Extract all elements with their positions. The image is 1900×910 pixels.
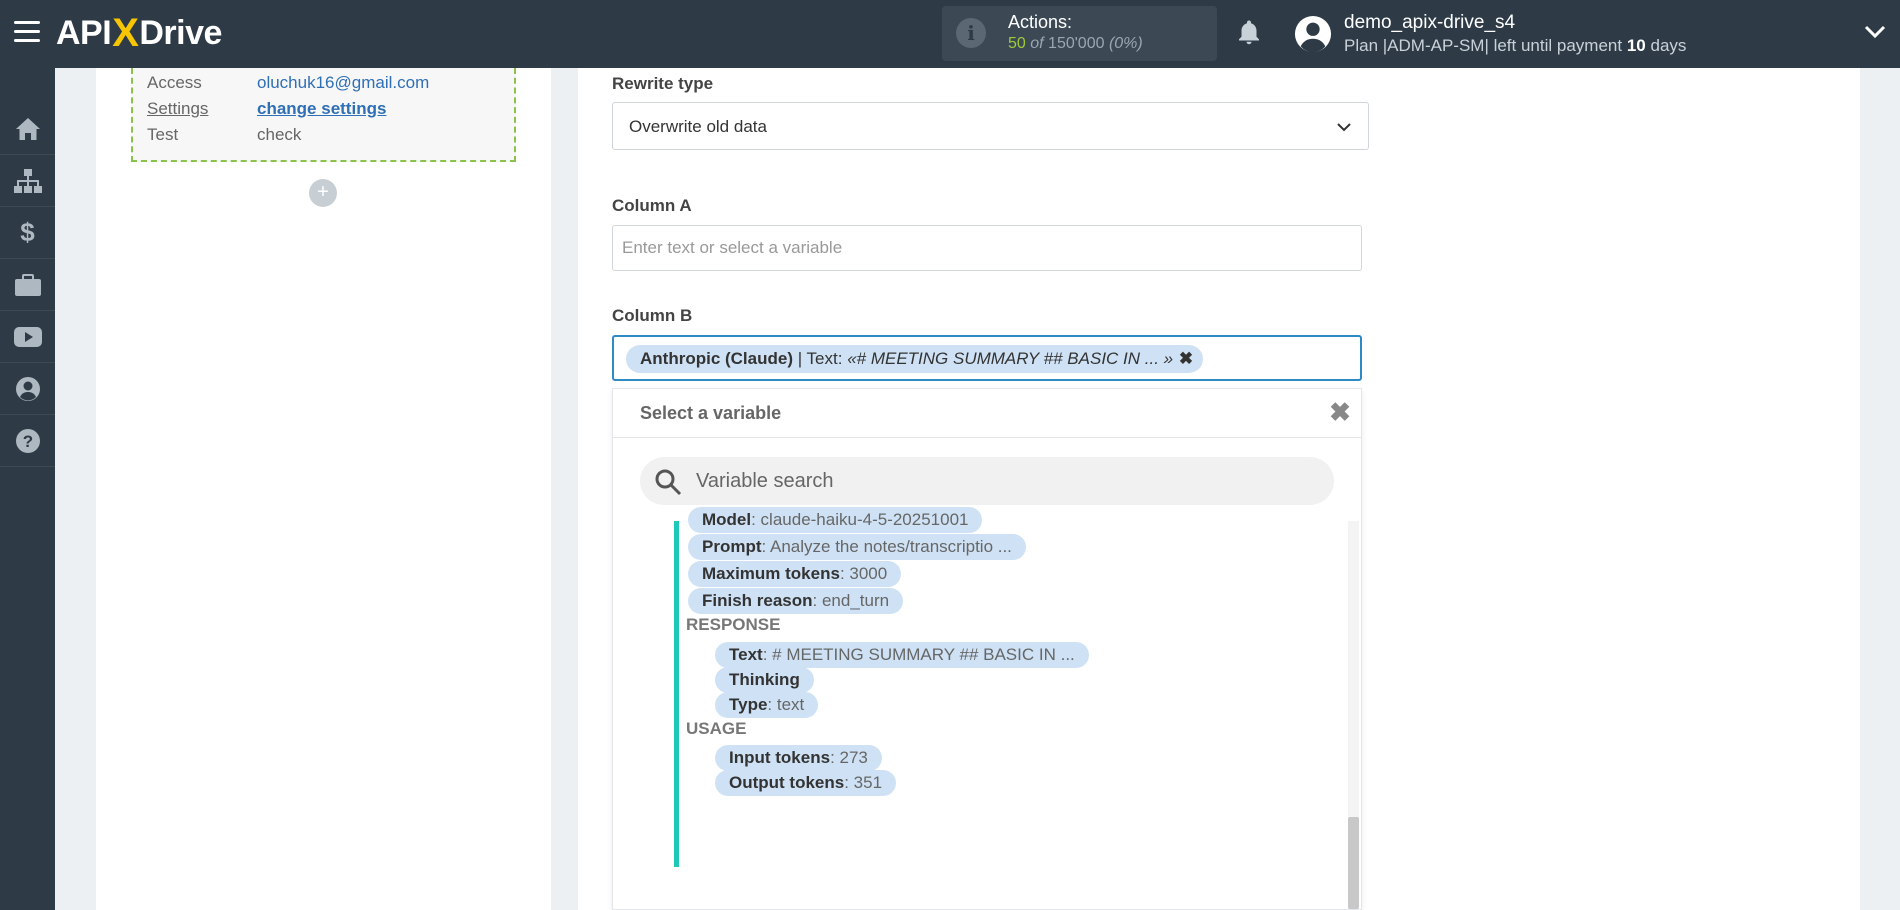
- dropdown-header: Select a variable ✖: [613, 389, 1361, 438]
- actions-label: Actions:: [1008, 12, 1073, 32]
- access-row: Access oluchuk16@gmail.com: [147, 73, 429, 93]
- variable-chip-output-tokens[interactable]: Output tokens: 351: [715, 770, 897, 796]
- variable-chip-response-text[interactable]: Text: # MEETING SUMMARY ## BASIC IN ...: [715, 642, 1089, 668]
- svg-text:?: ?: [22, 432, 32, 451]
- info-icon[interactable]: i: [956, 18, 986, 48]
- test-value[interactable]: check: [257, 125, 301, 145]
- test-key: Test: [147, 125, 179, 144]
- variable-chip-type[interactable]: Type: text: [715, 692, 819, 718]
- sidebar-item-account[interactable]: [0, 363, 55, 415]
- avatar[interactable]: [1294, 15, 1332, 53]
- variable-search: [640, 457, 1334, 505]
- column-a-label: Column A: [612, 196, 692, 215]
- plan-days-suffix: days: [1650, 36, 1687, 55]
- user-name[interactable]: demo_apix-drive_s4: [1344, 12, 1515, 34]
- search-icon: [655, 469, 682, 496]
- settings-key[interactable]: Settings: [147, 99, 208, 118]
- sidebar-item-help[interactable]: ?: [0, 415, 55, 467]
- plan-days: 10: [1626, 36, 1646, 55]
- sidebar-item-video[interactable]: [0, 311, 55, 363]
- column-b-label: Column B: [612, 306, 693, 325]
- top-bar: API X Drive i Actions: 50 of 150'000 (0%) …: [0, 0, 1900, 68]
- variable-chip-thinking[interactable]: Thinking: [715, 667, 814, 693]
- hamburger-menu-icon[interactable]: [14, 21, 40, 43]
- chevron-down-icon[interactable]: [1864, 24, 1886, 40]
- sidebar-item-connections[interactable]: [0, 155, 55, 207]
- access-value: oluchuk16@gmail.com: [257, 73, 430, 92]
- help-icon: ?: [15, 428, 40, 453]
- plan-text: Plan |ADM-AP-SM| left until payment: [1344, 36, 1623, 55]
- right-panel: Rewrite type Overwrite old data Column A…: [578, 68, 1860, 910]
- access-key: Access: [147, 73, 202, 92]
- sidebar-item-services[interactable]: [0, 259, 55, 311]
- bell-icon[interactable]: [1234, 18, 1264, 48]
- tree-line: [674, 521, 679, 867]
- group-label-response: RESPONSE: [686, 615, 781, 634]
- close-icon[interactable]: ✖: [1327, 399, 1353, 425]
- variable-search-input[interactable]: [696, 465, 1296, 497]
- change-settings-link[interactable]: change settings: [257, 99, 386, 119]
- left-panel: Access oluchuk16@gmail.com Settings chan…: [96, 68, 551, 910]
- youtube-icon: [13, 326, 42, 347]
- actions-total: 150'000: [1048, 35, 1105, 52]
- actions-percent: (0%): [1108, 35, 1143, 52]
- actions-value: 50 of 150'000 (0%): [1008, 35, 1143, 53]
- actions-counter: i Actions: 50 of 150'000 (0%): [942, 6, 1217, 61]
- variable-chip-max-tokens[interactable]: Maximum tokens: 3000: [688, 561, 902, 587]
- logo[interactable]: API X Drive: [56, 11, 222, 55]
- user-icon: [15, 376, 40, 401]
- scrollbar-thumb[interactable]: [1348, 817, 1359, 909]
- actions-used: 50: [1008, 35, 1026, 52]
- logo-text-left: API: [56, 13, 112, 52]
- column-b-input[interactable]: Anthropic (Claude) | Text: «# MEETING SU…: [612, 335, 1362, 381]
- test-row: Test check: [147, 125, 301, 145]
- column-a-input[interactable]: [612, 225, 1362, 271]
- rewrite-type-value: Overwrite old data: [629, 117, 767, 136]
- settings-row: Settings change settings: [147, 99, 386, 119]
- sidebar: $ ?: [0, 68, 55, 910]
- sitemap-icon: [13, 168, 42, 193]
- group-label-usage: USAGE: [686, 719, 747, 738]
- variable-chip-input-tokens[interactable]: Input tokens: 273: [715, 745, 882, 771]
- home-icon: [15, 117, 40, 140]
- chip-separator: | Text:: [793, 349, 848, 368]
- dropdown-title: Select a variable: [640, 403, 782, 423]
- logo-text-x: X: [112, 10, 139, 55]
- variable-dropdown: Select a variable ✖ Model: claude-haiku-…: [612, 388, 1362, 910]
- chip-remove-icon[interactable]: ✖: [1179, 345, 1193, 373]
- sidebar-item-home[interactable]: [0, 103, 55, 155]
- chip-value: «# MEETING SUMMARY ## BASIC IN ... »: [847, 349, 1174, 368]
- connection-card: Access oluchuk16@gmail.com Settings chan…: [131, 68, 516, 162]
- logo-text-right: Drive: [139, 13, 222, 52]
- sidebar-item-billing[interactable]: $: [0, 207, 55, 259]
- chevron-down-icon: [1337, 123, 1351, 132]
- dollar-icon: $: [20, 217, 35, 247]
- briefcase-icon: [14, 273, 41, 296]
- rewrite-type-select[interactable]: Overwrite old data: [612, 102, 1369, 150]
- column-b-chip[interactable]: Anthropic (Claude) | Text: «# MEETING SU…: [626, 345, 1204, 373]
- rewrite-type-label: Rewrite type: [612, 74, 714, 93]
- user-plan: Plan |ADM-AP-SM| left until payment 10 d…: [1344, 36, 1686, 56]
- chip-source: Anthropic (Claude): [640, 349, 793, 368]
- variable-chip-model[interactable]: Model: claude-haiku-4-5-20251001: [688, 507, 983, 533]
- variable-chip-finish-reason[interactable]: Finish reason: end_turn: [688, 588, 904, 614]
- variable-chip-prompt[interactable]: Prompt: Analyze the notes/transcriptio .…: [688, 534, 1026, 560]
- add-step-button[interactable]: +: [309, 179, 337, 207]
- actions-of: of: [1030, 35, 1044, 52]
